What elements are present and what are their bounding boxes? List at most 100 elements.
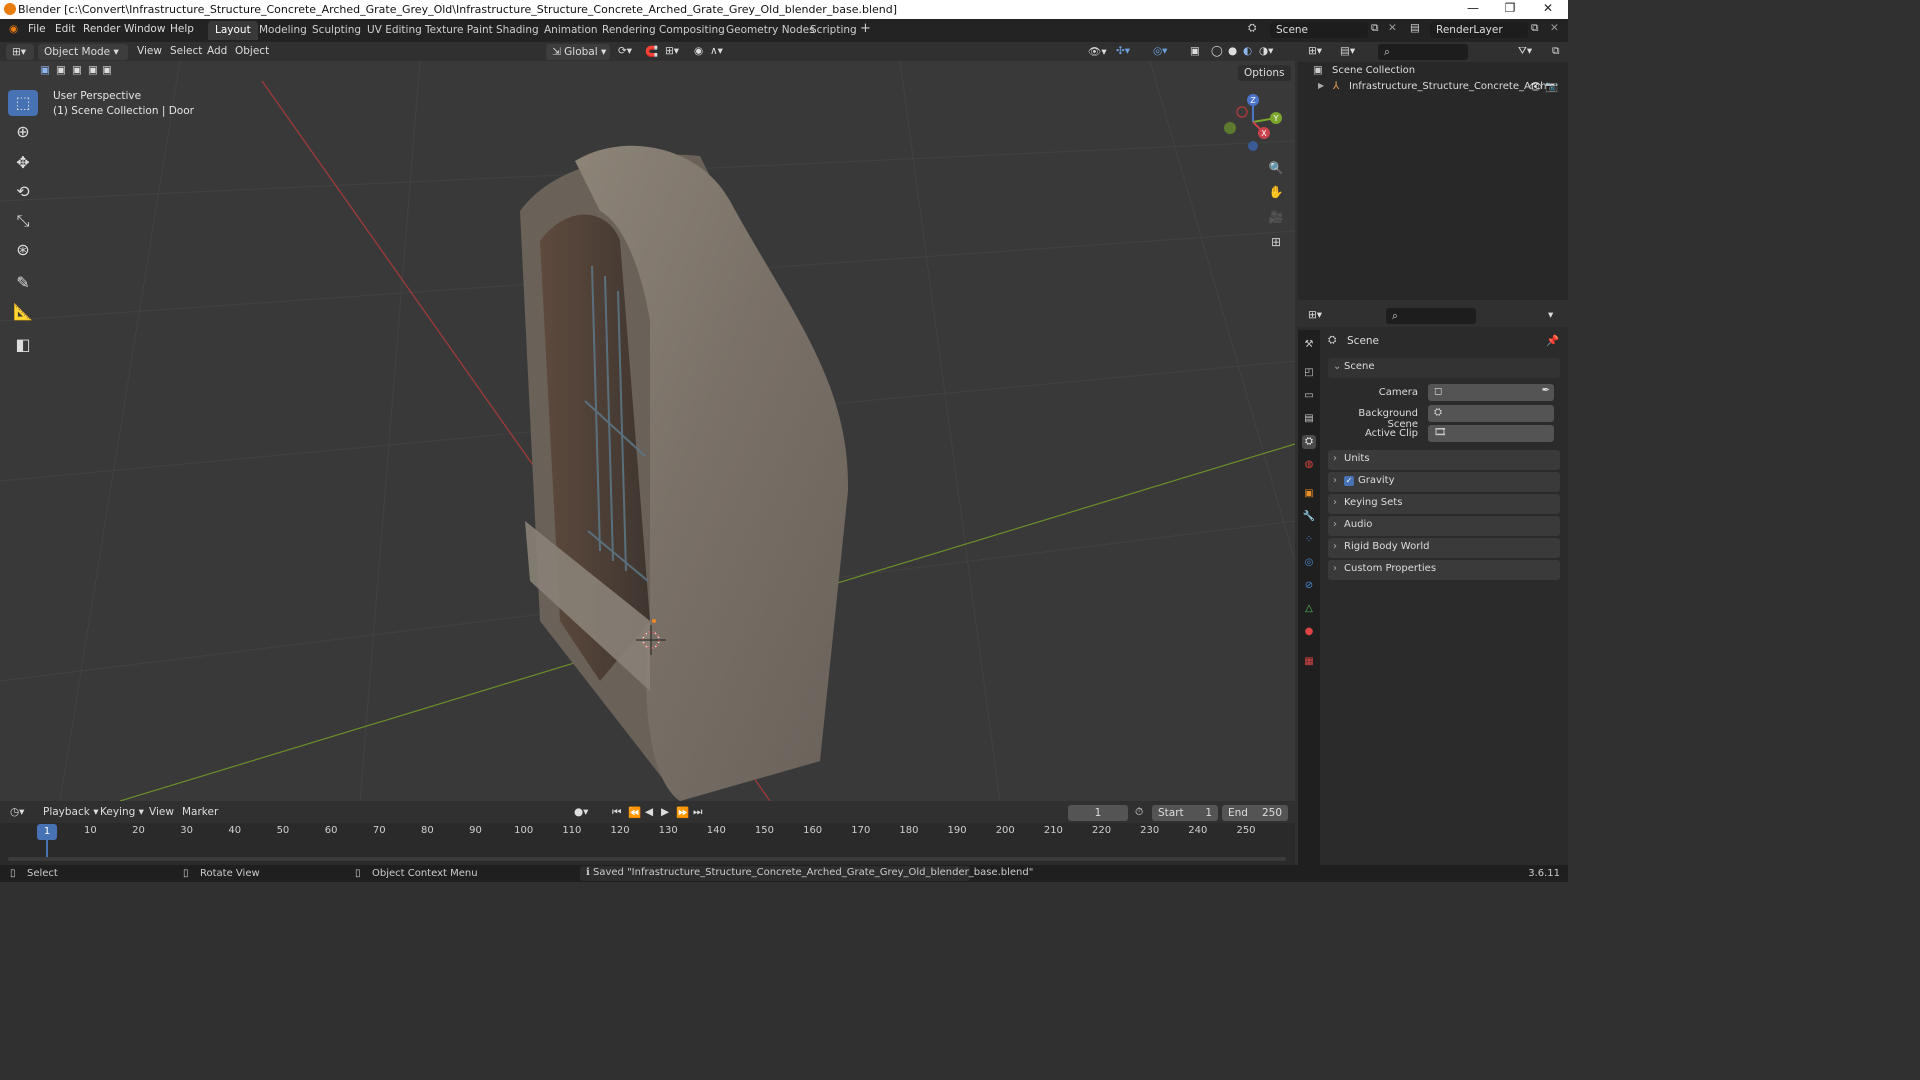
tab-sculpting[interactable]: Sculpting	[305, 21, 368, 40]
rotate-tool-icon[interactable]: ⟲	[8, 179, 38, 205]
menu-help[interactable]: Help	[170, 23, 194, 35]
pivot-point-icon[interactable]: ⟳▾	[618, 45, 632, 57]
background-scene-field[interactable]: ⛭	[1428, 405, 1554, 422]
material-tab-icon[interactable]: ●	[1302, 625, 1316, 639]
particles-tab-icon[interactable]: ⁘	[1302, 533, 1316, 547]
timeline-menu-playback[interactable]: Playback ▾	[43, 806, 98, 818]
start-frame-field[interactable]: Start 1	[1152, 805, 1218, 821]
scene-browse-icon[interactable]: ⛭	[1248, 22, 1256, 35]
cursor-tool-icon[interactable]: ⊕	[8, 119, 38, 145]
close-button[interactable]: ✕	[1528, 1, 1568, 17]
solid-shading-icon[interactable]: ●	[1228, 45, 1237, 57]
add-cube-tool-icon[interactable]: ◧	[8, 332, 38, 358]
gizmo-toggle-icon[interactable]: ✣▾	[1116, 45, 1130, 57]
constraints-tab-icon[interactable]: ⊘	[1302, 579, 1316, 593]
properties-search-input[interactable]: ⌕	[1386, 308, 1476, 324]
physics-tab-icon[interactable]: ◎	[1302, 556, 1316, 570]
display-mode-icon[interactable]: ▤▾	[1340, 45, 1355, 57]
blender-menu-icon[interactable]: ◉	[9, 23, 18, 35]
snap-icon[interactable]: 🧲	[645, 45, 658, 58]
maximize-button[interactable]: ❐	[1490, 1, 1530, 17]
jump-end-icon[interactable]: ⏭	[693, 806, 702, 819]
view-layer-icon[interactable]: ▤	[1410, 22, 1420, 34]
render-camera-icon[interactable]: 📷	[1545, 80, 1558, 93]
visibility-eye-icon[interactable]: 👁	[1529, 80, 1542, 93]
panel-units[interactable]: › Units	[1328, 450, 1560, 470]
panel-custom-properties[interactable]: › Custom Properties	[1328, 560, 1560, 580]
annotate-tool-icon[interactable]: ✎	[8, 270, 38, 296]
scene-selector[interactable]: Scene	[1270, 22, 1368, 38]
select-box-tool-icon[interactable]: ⬚	[8, 90, 38, 116]
falloff-icon[interactable]: ∧▾	[710, 45, 723, 57]
camera-field[interactable]: ◻ ✒	[1428, 384, 1554, 401]
preview-range-icon[interactable]: ⏱	[1135, 806, 1143, 819]
pan-hand-icon[interactable]: ✋	[1265, 181, 1287, 203]
jump-start-icon[interactable]: ⏮	[612, 806, 621, 819]
remove-scene-icon[interactable]: ✕	[1388, 22, 1397, 34]
select-subtract-icon[interactable]: ▣	[72, 64, 82, 76]
menu-render[interactable]: Render	[83, 23, 120, 35]
tab-layout[interactable]: Layout	[208, 21, 258, 40]
zoom-icon[interactable]: 🔍	[1265, 157, 1287, 179]
transform-orientation[interactable]: ⇲ Global ▾	[546, 44, 610, 60]
new-collection-icon[interactable]: ⧉	[1552, 45, 1560, 58]
play-icon[interactable]: ▶	[661, 806, 669, 818]
add-workspace-button[interactable]: +	[853, 21, 878, 40]
auto-keying-icon[interactable]: ●▾	[574, 806, 588, 818]
frame-ruler[interactable]: 10 20 30 40 50 60 70 80 90 100 110 120 130 140 150 160 1…	[8, 825, 1288, 841]
concrete-arch-object[interactable]	[520, 145, 849, 801]
new-scene-icon[interactable]: ⧉	[1371, 22, 1379, 35]
outliner-editor-type-icon[interactable]: ⊞▾	[1308, 45, 1322, 57]
panel-rigid-body-world[interactable]: › Rigid Body World	[1328, 538, 1560, 558]
remove-view-layer-icon[interactable]: ✕	[1550, 22, 1559, 34]
transform-tool-icon[interactable]: ⊛	[8, 237, 38, 263]
camera-view-icon[interactable]: 🎥	[1265, 206, 1287, 228]
panel-scene[interactable]: ⌄ Scene	[1328, 358, 1560, 378]
new-view-layer-icon[interactable]: ⧉	[1531, 22, 1539, 35]
view-layer-selector[interactable]: RenderLayer	[1430, 22, 1528, 38]
gravity-checkbox[interactable]: ✓	[1344, 476, 1354, 486]
menu-file[interactable]: File	[28, 23, 46, 35]
eyedropper-icon[interactable]: ✒	[1542, 385, 1550, 396]
3d-viewport[interactable]	[0, 61, 1295, 801]
select-invert-icon[interactable]: ▣	[88, 64, 98, 76]
view-layer-tab-icon[interactable]: ▤	[1302, 412, 1316, 426]
scene-tab-icon[interactable]: ⛭	[1302, 435, 1316, 449]
properties-editor-type-icon[interactable]: ⊞▾	[1308, 309, 1322, 321]
panel-keying-sets[interactable]: › Keying Sets	[1328, 494, 1560, 514]
outliner-search-input[interactable]: ⌕	[1378, 44, 1468, 60]
move-tool-icon[interactable]: ✥	[8, 150, 38, 176]
viewport-menu-select[interactable]: Select	[170, 45, 202, 57]
properties-options-icon[interactable]: ▾	[1548, 309, 1553, 321]
pin-icon[interactable]: 📌	[1546, 334, 1559, 347]
select-intersect-icon[interactable]: ▣	[102, 64, 112, 76]
menu-window[interactable]: Window	[124, 23, 165, 35]
mode-selector[interactable]: Object Mode ▾	[38, 44, 128, 60]
expand-chevron-icon[interactable]: ▶	[1318, 81, 1324, 90]
tab-texture-paint[interactable]: Texture Paint	[418, 21, 500, 40]
proportional-edit-icon[interactable]: ◉	[694, 45, 703, 57]
playhead-indicator[interactable]: 1	[37, 824, 57, 840]
tool-tab-icon[interactable]: ⚒	[1302, 338, 1316, 352]
modifier-tab-icon[interactable]: 🔧	[1302, 510, 1316, 524]
viewport-menu-add[interactable]: Add	[207, 45, 227, 57]
outliner-row-object[interactable]: ▶ ⅄ Infrastructure_Structure_Concrete_Ar…	[1313, 80, 1563, 96]
rendered-shading-icon[interactable]: ◑▾	[1259, 45, 1273, 57]
panel-gravity[interactable]: › ✓ Gravity	[1328, 472, 1560, 492]
navigation-gizmo[interactable]: Z Y X	[1218, 92, 1288, 156]
timeline-menu-view[interactable]: View	[149, 806, 174, 818]
play-reverse-icon[interactable]: ◀	[645, 806, 653, 818]
outliner-row-scene-collection[interactable]: ▣ Scene Collection	[1313, 64, 1563, 80]
ortho-toggle-icon[interactable]: ⊞	[1265, 231, 1287, 253]
xray-icon[interactable]: ▣	[1190, 45, 1200, 57]
menu-edit[interactable]: Edit	[55, 23, 75, 35]
wireframe-shading-icon[interactable]: ◯	[1211, 45, 1223, 57]
minimize-button[interactable]: —	[1453, 1, 1493, 17]
selection-mode-buttons[interactable]: ▣ ▣ ▣ ▣ ▣	[40, 64, 116, 80]
timeline-menu-keying[interactable]: Keying ▾	[100, 806, 144, 818]
jump-keyframe-back-icon[interactable]: ⏪	[628, 806, 641, 819]
current-frame-field[interactable]: 1	[1068, 805, 1128, 821]
jump-keyframe-forward-icon[interactable]: ⏩	[676, 806, 689, 819]
viewport-menu-view[interactable]: View	[137, 45, 162, 57]
visibility-icon[interactable]: 👁▾	[1088, 45, 1107, 58]
